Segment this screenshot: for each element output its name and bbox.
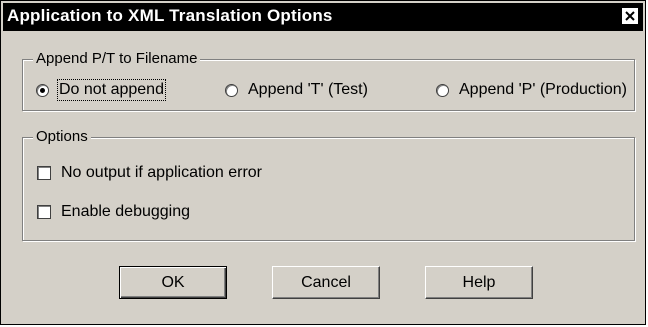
radio-append-test-circle[interactable]	[225, 83, 238, 97]
append-group-legend: Append P/T to Filename	[33, 50, 201, 68]
options-group: Options	[22, 128, 635, 241]
window-title: Application to XML Translation Options	[7, 6, 333, 25]
radio-append-production[interactable]: Append 'P' (Production)	[436, 81, 627, 99]
title-bar[interactable]: Application to XML Translation Options	[3, 3, 643, 31]
radio-append-test[interactable]: Append 'T' (Test)	[225, 81, 368, 99]
cancel-button[interactable]: Cancel	[272, 266, 380, 299]
radio-append-production-circle[interactable]	[436, 83, 449, 97]
checkbox-enable-debugging-box[interactable]	[37, 205, 51, 219]
checkbox-no-output-on-error-label: No output if application error	[61, 164, 262, 181]
radio-do-not-append-circle[interactable]	[36, 83, 49, 97]
radio-append-test-label: Append 'T' (Test)	[248, 81, 368, 98]
dialog-window: Application to XML Translation Options A…	[0, 0, 646, 325]
checkbox-no-output-on-error-box[interactable]	[37, 166, 51, 180]
radio-do-not-append[interactable]: Do not append	[36, 79, 166, 101]
radio-append-production-label: Append 'P' (Production)	[459, 81, 627, 98]
close-icon	[625, 11, 635, 21]
checkbox-enable-debugging[interactable]: Enable debugging	[37, 203, 190, 221]
options-group-legend: Options	[33, 128, 91, 146]
checkbox-enable-debugging-label: Enable debugging	[61, 203, 191, 220]
ok-button[interactable]: OK	[119, 266, 227, 299]
close-button[interactable]	[621, 7, 639, 25]
checkbox-no-output-on-error[interactable]: No output if application error	[37, 164, 262, 182]
help-button[interactable]: Help	[425, 266, 533, 299]
radio-do-not-append-label: Do not append	[57, 79, 166, 101]
